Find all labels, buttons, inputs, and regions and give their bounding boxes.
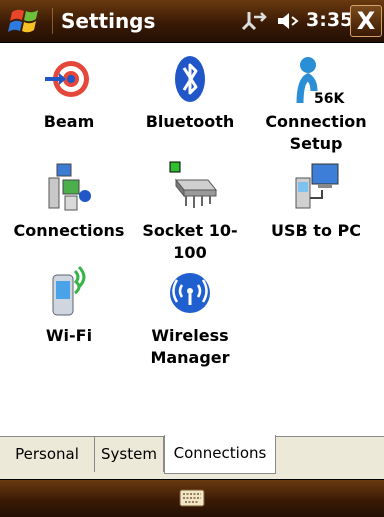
status-icons[interactable] (240, 8, 304, 34)
socket-item[interactable]: Socket 10- 100 (130, 160, 250, 264)
beam-label: Beam (43, 112, 95, 131)
connectivity-icon[interactable] (240, 9, 270, 33)
connections-item[interactable]: Connections (9, 160, 129, 242)
connection-setup-label: Connection Setup (265, 112, 367, 153)
beam-item[interactable]: Beam (9, 51, 129, 133)
usb-to-pc-item[interactable]: USB to PC (256, 160, 376, 242)
tab-connections[interactable]: Connections (164, 435, 276, 474)
connections-icon (39, 160, 99, 216)
title-separator (52, 8, 53, 34)
connection-setup-item[interactable]: 56K Connection Setup (256, 51, 376, 155)
tab-personal[interactable]: Personal (0, 436, 95, 472)
wifi-icon (39, 265, 99, 321)
svg-text:56K: 56K (314, 91, 345, 107)
wifi-label: Wi-Fi (45, 326, 93, 345)
wifi-item[interactable]: Wi-Fi (9, 265, 129, 347)
tab-bar: Personal System Connections (0, 435, 384, 480)
usb-to-pc-icon (286, 160, 346, 216)
clock[interactable]: 3:35 (306, 9, 353, 31)
wireless-manager-label: Wireless Manager (150, 326, 230, 367)
window-title: Settings (61, 9, 156, 33)
connection-setup-icon: 56K (286, 51, 346, 107)
connections-label: Connections (13, 221, 125, 240)
socket-label: Socket 10- 100 (142, 221, 238, 262)
bluetooth-label: Bluetooth (145, 112, 235, 131)
bluetooth-icon (160, 51, 220, 107)
keyboard-icon[interactable] (179, 488, 205, 508)
wireless-manager-icon (160, 265, 220, 321)
tab-system[interactable]: System (95, 436, 164, 472)
start-icon[interactable] (8, 6, 44, 36)
wireless-manager-item[interactable]: Wireless Manager (130, 265, 250, 369)
settings-grid: Beam Bluetooth 56K Connection Setup Conn… (0, 43, 384, 436)
network-card-icon (160, 160, 220, 216)
bluetooth-item[interactable]: Bluetooth (130, 51, 250, 133)
menu-bar (0, 479, 384, 517)
close-button[interactable]: X (350, 5, 382, 37)
beam-icon (39, 51, 99, 107)
volume-icon[interactable] (274, 9, 304, 33)
usb-to-pc-label: USB to PC (271, 221, 361, 240)
title-bar: Settings 3:35 X (0, 0, 384, 43)
